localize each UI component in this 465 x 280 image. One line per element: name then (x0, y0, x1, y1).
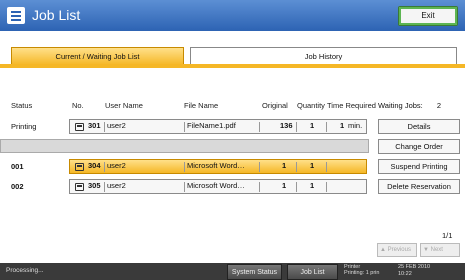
job-original: 136 (280, 121, 293, 130)
job-time-unit: min. (348, 121, 363, 130)
job-list-button[interactable]: Job List (287, 264, 338, 280)
job-user: user2 (107, 121, 126, 130)
waiting-jobs-label: Waiting Jobs: (378, 101, 423, 110)
job-status: 002 (11, 182, 24, 191)
job-file: Microsoft Word… (187, 161, 245, 170)
status-bar: Processing... System Status Job List Pri… (0, 263, 465, 280)
exit-button[interactable]: Exit (398, 6, 458, 26)
change-order-button[interactable]: Change Order (378, 139, 460, 154)
job-status: 001 (11, 162, 24, 171)
delete-reservation-button[interactable]: Delete Reservation (378, 179, 460, 194)
job-quantity: 1 (310, 181, 315, 190)
column-no: No. (72, 101, 84, 110)
title-bar: Job List Exit (0, 0, 465, 31)
printer-icon (75, 183, 84, 191)
printer-icon (75, 163, 84, 171)
triangle-up-icon: ▲ (380, 247, 386, 253)
suspend-printing-button[interactable]: Suspend Printing (378, 159, 460, 174)
job-number: 304 (88, 161, 101, 170)
datetime: 25 FEB 2010 10:22 (398, 264, 430, 278)
triangle-down-icon: ▼ (423, 247, 429, 253)
waiting-jobs-count: 2 (436, 101, 442, 110)
job-row[interactable]: 304 user2 Microsoft Word… 1 1 (69, 159, 367, 174)
job-file: FileName1.pdf (187, 121, 236, 130)
next-label: Next (430, 247, 443, 253)
job-quantity: 1 (310, 121, 315, 130)
page-title: Job List (32, 7, 81, 23)
time-text: 10:22 (398, 271, 412, 277)
job-row[interactable]: 305 user2 Microsoft Word… 1 1 (69, 179, 367, 194)
column-time-required: Time Required (327, 101, 376, 110)
job-quantity: 1 (310, 161, 315, 170)
job-file: Microsoft Word… (187, 181, 245, 190)
system-status-button[interactable]: System Status (227, 264, 282, 280)
details-button[interactable]: Details (378, 119, 460, 134)
tab-current-waiting[interactable]: Current / Waiting Job List (11, 47, 184, 65)
previous-label: Previous (387, 247, 411, 253)
tab-job-history[interactable]: Job History (190, 47, 457, 65)
job-time: 1 (340, 121, 345, 130)
tab-underline (0, 64, 465, 68)
job-number: 301 (88, 121, 101, 130)
tab-bar: Current / Waiting Job List Job History (0, 31, 465, 79)
job-row[interactable]: 301 user2 FileName1.pdf 136 1 1 min. (69, 119, 367, 134)
job-user: user2 (107, 161, 126, 170)
column-file-name: File Name (184, 101, 219, 110)
job-status: Printing (11, 122, 37, 131)
previous-button[interactable]: ▲ Previous (377, 243, 417, 257)
job-user: user2 (107, 181, 126, 190)
column-quantity: Quantity (297, 101, 325, 110)
job-number: 305 (88, 181, 101, 190)
column-status: Status (11, 101, 33, 110)
next-button[interactable]: ▼ Next (420, 243, 460, 257)
column-original: Original (262, 101, 288, 110)
page-indicator: 1/1 (442, 231, 453, 240)
printer-icon (75, 123, 84, 131)
printer-mode-status: Printer Printing: 1 prin (344, 264, 379, 276)
job-original: 1 (282, 181, 287, 190)
job-original: 1 (282, 161, 287, 170)
mode-line-2: Printing: 1 prin (344, 270, 380, 276)
divider-bar (0, 139, 369, 153)
list-icon (7, 7, 25, 24)
column-user-name: User Name (105, 101, 143, 110)
waiting-jobs: Waiting Jobs: 2 (378, 101, 441, 110)
processing-status: Processing... (6, 267, 44, 274)
date-text: 25 FEB 2010 (398, 264, 431, 270)
